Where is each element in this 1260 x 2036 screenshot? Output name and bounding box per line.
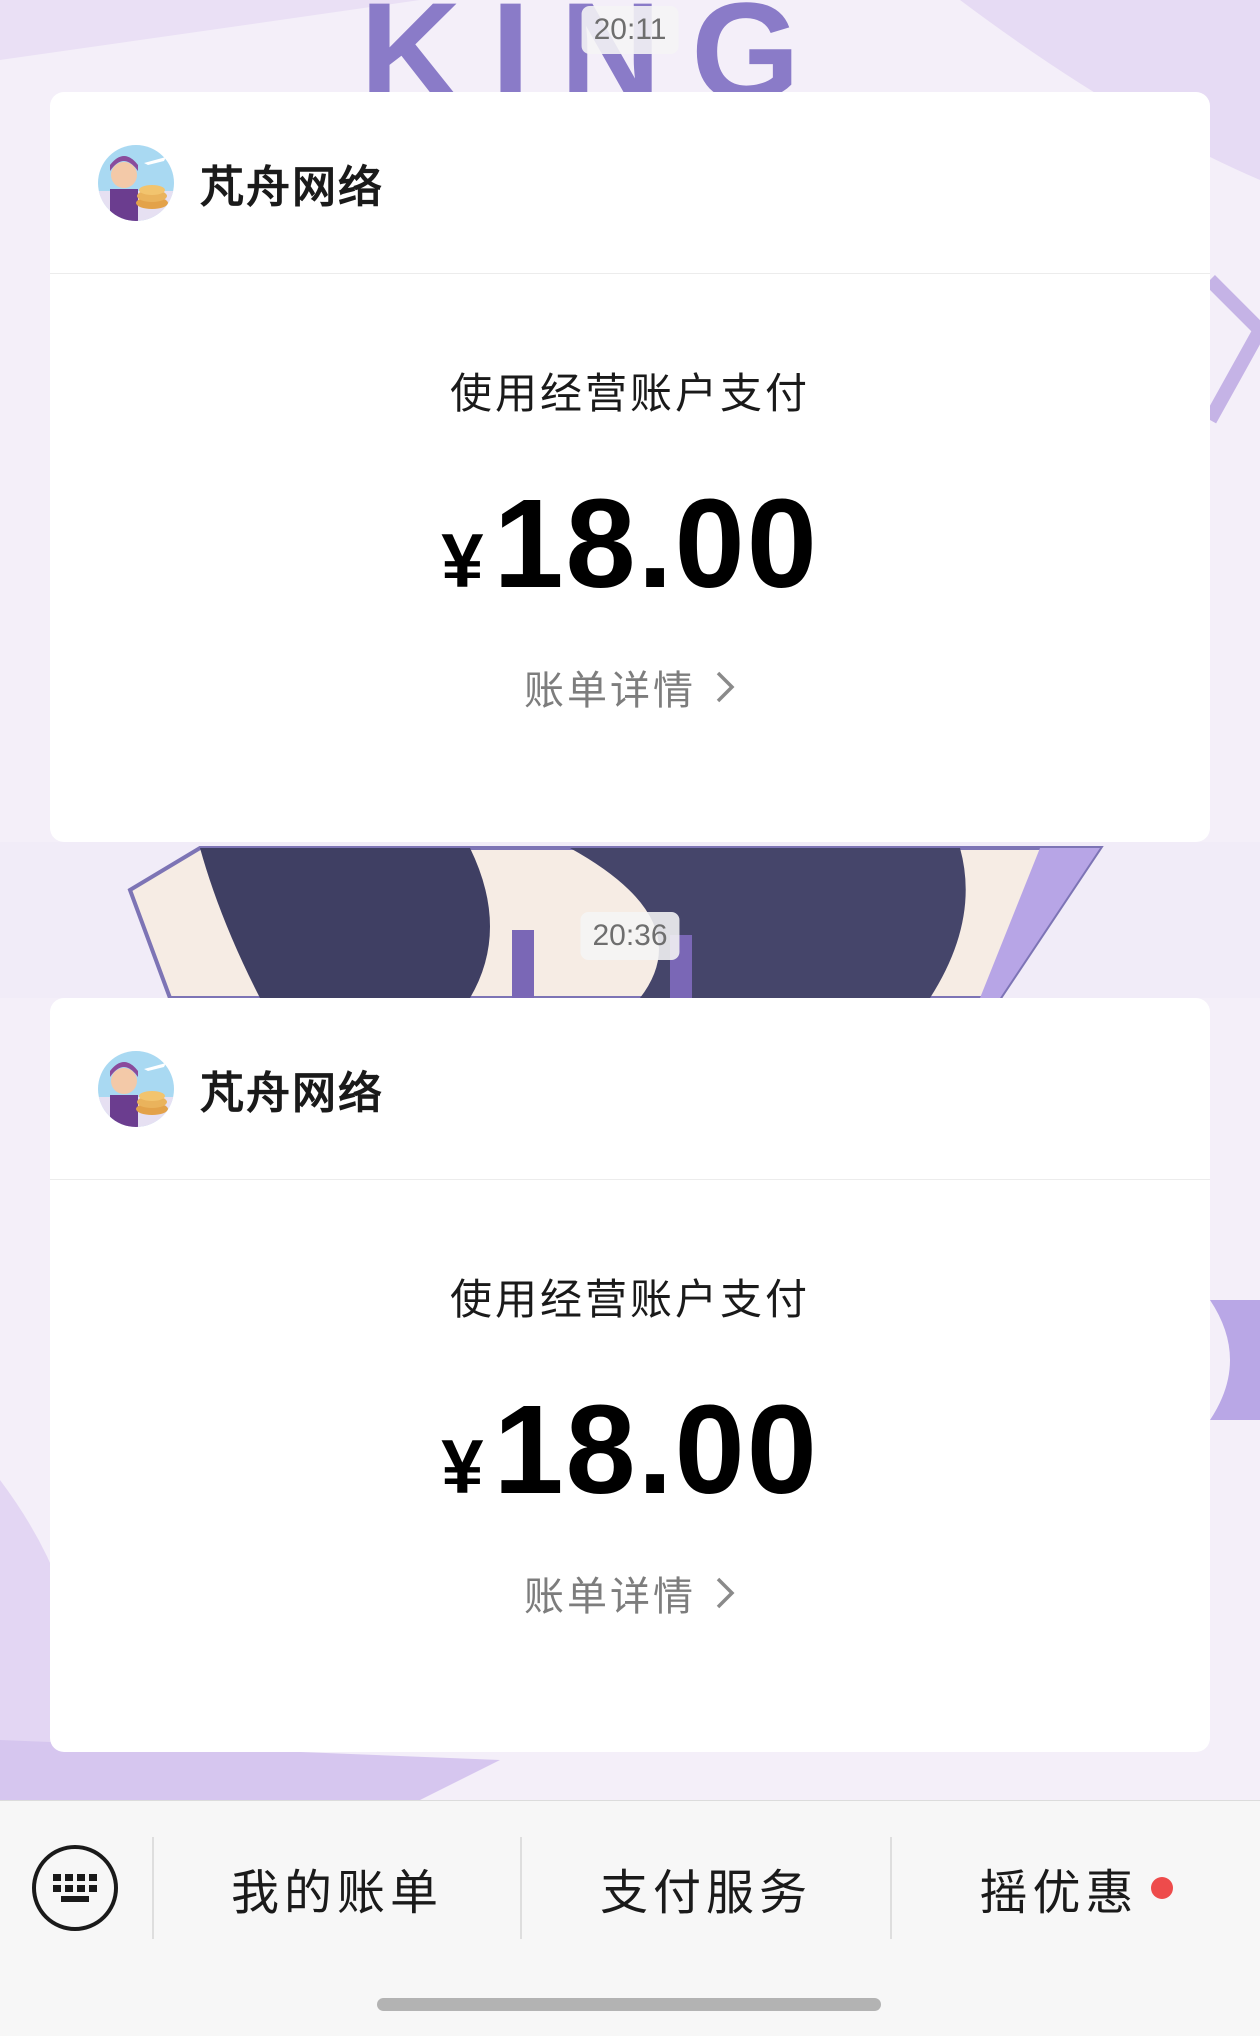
currency-symbol: ¥ xyxy=(441,1425,484,1510)
home-indicator[interactable] xyxy=(377,1998,881,2011)
card-header[interactable]: 芃舟网络 xyxy=(50,998,1210,1180)
menu-shake-discount[interactable]: 摇优惠 xyxy=(892,1837,1260,1939)
card-header[interactable]: 芃舟网络 xyxy=(50,92,1210,274)
merchant-name: 芃舟网络 xyxy=(200,1067,384,1119)
payment-chat-screen: KING 20:11 芃舟网络 使用经营账户支付 ¥ 18.00 账单详情 20… xyxy=(0,0,1260,2036)
keyboard-toggle-button[interactable] xyxy=(32,1845,118,1931)
bill-detail-label: 账单详情 xyxy=(524,1574,696,1620)
notification-dot-badge xyxy=(1150,1877,1173,1899)
merchant-avatar[interactable] xyxy=(98,1050,174,1127)
bill-detail-label: 账单详情 xyxy=(524,668,696,714)
menu-shake-discount-label: 摇优惠 xyxy=(979,1865,1139,1921)
payment-amount: 18.00 xyxy=(493,473,819,614)
chevron-right-icon xyxy=(716,671,735,703)
payment-card[interactable]: 芃舟网络 使用经营账户支付 ¥ 18.00 账单详情 xyxy=(50,998,1210,1752)
bill-detail-link[interactable]: 账单详情 xyxy=(524,658,736,716)
keyboard-icon xyxy=(53,1874,97,1902)
card-body: 使用经营账户支付 ¥ 18.00 账单详情 xyxy=(50,1266,1210,1622)
menu-payment-service[interactable]: 支付服务 xyxy=(522,1837,890,1939)
currency-symbol: ¥ xyxy=(441,519,484,604)
bill-detail-link[interactable]: 账单详情 xyxy=(524,1564,736,1622)
menu-my-bills-label: 我的账单 xyxy=(230,1865,443,1921)
card-body: 使用经营账户支付 ¥ 18.00 账单详情 xyxy=(50,360,1210,716)
payment-method-label: 使用经营账户支付 xyxy=(449,369,810,418)
merchant-name: 芃舟网络 xyxy=(200,161,384,213)
amount-row: ¥ 18.00 xyxy=(50,1377,1210,1522)
message-timestamp: 20:11 xyxy=(581,6,679,54)
payment-method-label: 使用经营账户支付 xyxy=(449,1275,810,1324)
amount-row: ¥ 18.00 xyxy=(50,471,1210,616)
menu-payment-service-label: 支付服务 xyxy=(599,1865,812,1921)
merchant-avatar[interactable] xyxy=(98,144,174,221)
chevron-right-icon xyxy=(716,1577,735,1609)
payment-amount: 18.00 xyxy=(493,1379,819,1520)
message-timestamp: 20:36 xyxy=(580,912,680,960)
menu-my-bills[interactable]: 我的账单 xyxy=(154,1837,520,1939)
payment-card[interactable]: 芃舟网络 使用经营账户支付 ¥ 18.00 账单详情 xyxy=(50,92,1210,842)
